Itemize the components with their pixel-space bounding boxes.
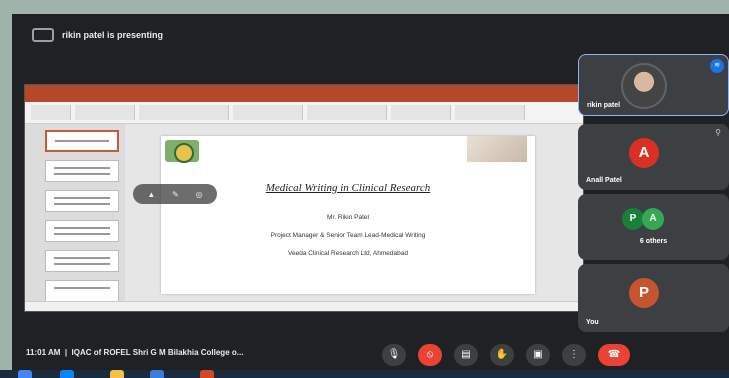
participant-name: Anall Patel xyxy=(586,177,622,184)
presenter-banner: rikin patel is presenting xyxy=(12,22,572,48)
slide-thumbnail[interactable] xyxy=(45,190,119,212)
self-tile[interactable]: P You xyxy=(578,264,729,332)
store-icon[interactable] xyxy=(150,370,164,378)
slide-line: Project Manager & Senior Team Lead-Medic… xyxy=(270,232,426,239)
end-call-icon: ☎ xyxy=(607,349,621,360)
edge-icon[interactable] xyxy=(60,370,74,378)
participant-name: rikin patel xyxy=(587,102,621,109)
captions-button[interactable]: ▤ xyxy=(454,344,478,366)
ppt-titlebar xyxy=(25,85,583,94)
more-options-button[interactable]: ⋮ xyxy=(562,344,586,366)
present-screen-icon xyxy=(32,28,54,42)
slide-line: Veeda Clinical Research Ltd, Ahmedabad xyxy=(288,250,408,257)
college-logo xyxy=(165,140,199,163)
avatar xyxy=(621,63,667,109)
pointer-icon[interactable]: ▲ xyxy=(147,190,155,199)
participant-name: 6 others xyxy=(639,238,668,245)
meet-window: rikin patel is presenting Medical Writin… xyxy=(12,14,729,378)
powerpoint-icon[interactable] xyxy=(200,370,214,378)
slide-thumbnails xyxy=(25,124,125,302)
ppt-tabs xyxy=(25,94,583,102)
participant-tile[interactable]: P A 6 others xyxy=(578,194,729,260)
more-vert-icon: ⋮ xyxy=(569,349,579,360)
pin-icon[interactable]: ⚲ xyxy=(715,128,721,137)
slide-thumbnail[interactable] xyxy=(45,130,119,152)
slide-toolbar: ▲ ✎ ◎ xyxy=(133,184,217,204)
participant-tile[interactable]: ≋ rikin patel xyxy=(578,54,729,116)
captions-icon: ▤ xyxy=(461,349,471,360)
meeting-title: IQAC of ROFEL Shri G M Bilakhia College … xyxy=(71,348,244,357)
shared-screen[interactable]: Medical Writing in Clinical Research Mr.… xyxy=(24,84,584,312)
present-button[interactable]: ▣ xyxy=(526,344,550,366)
taskbar xyxy=(0,370,729,378)
participant-name: You xyxy=(586,319,599,326)
avatar: P xyxy=(629,278,659,308)
avatar: P xyxy=(622,208,644,230)
slide-thumbnail[interactable] xyxy=(45,160,119,182)
raise-hand-button[interactable]: ✋ xyxy=(490,344,514,366)
slide-thumbnail[interactable] xyxy=(45,220,119,242)
slide-thumbnail[interactable] xyxy=(45,250,119,272)
chrome-icon[interactable] xyxy=(18,370,32,378)
more-icon[interactable]: ◎ xyxy=(196,190,203,199)
slide-thumbnail[interactable] xyxy=(45,280,119,302)
speaking-indicator-icon: ≋ xyxy=(710,59,724,73)
slide-title: Medical Writing in Clinical Research xyxy=(265,182,431,194)
pen-icon[interactable]: ✎ xyxy=(172,190,179,199)
ppt-workspace: Medical Writing in Clinical Research Mr.… xyxy=(25,124,583,302)
presenter-label: rikin patel is presenting xyxy=(62,30,164,40)
participant-tile[interactable]: ⚲ A Anall Patel xyxy=(578,124,729,190)
camera-button[interactable]: ⦸ xyxy=(418,344,442,366)
clock: 11:01 AM xyxy=(26,348,61,357)
ppt-statusbar xyxy=(25,301,583,311)
present-icon: ▣ xyxy=(533,349,543,360)
microphone-icon: 🎙 xyxy=(387,349,401,360)
mic-button[interactable]: 🎙 xyxy=(382,344,406,366)
camera-off-icon: ⦸ xyxy=(426,349,434,360)
ppt-ribbon xyxy=(25,102,583,124)
slide-photo xyxy=(467,136,527,162)
avatar: A xyxy=(629,138,659,168)
current-slide: Medical Writing in Clinical Research Mr.… xyxy=(161,136,535,294)
separator: | xyxy=(64,348,68,357)
meeting-info: 11:01 AM | IQAC of ROFEL Shri G M Bilakh… xyxy=(26,348,243,357)
slide-line: Mr. Rikin Patel xyxy=(327,214,369,221)
folder-icon[interactable] xyxy=(110,370,124,378)
avatar: A xyxy=(642,208,664,230)
hand-icon: ✋ xyxy=(495,349,509,360)
end-call-button[interactable]: ☎ xyxy=(598,344,630,366)
